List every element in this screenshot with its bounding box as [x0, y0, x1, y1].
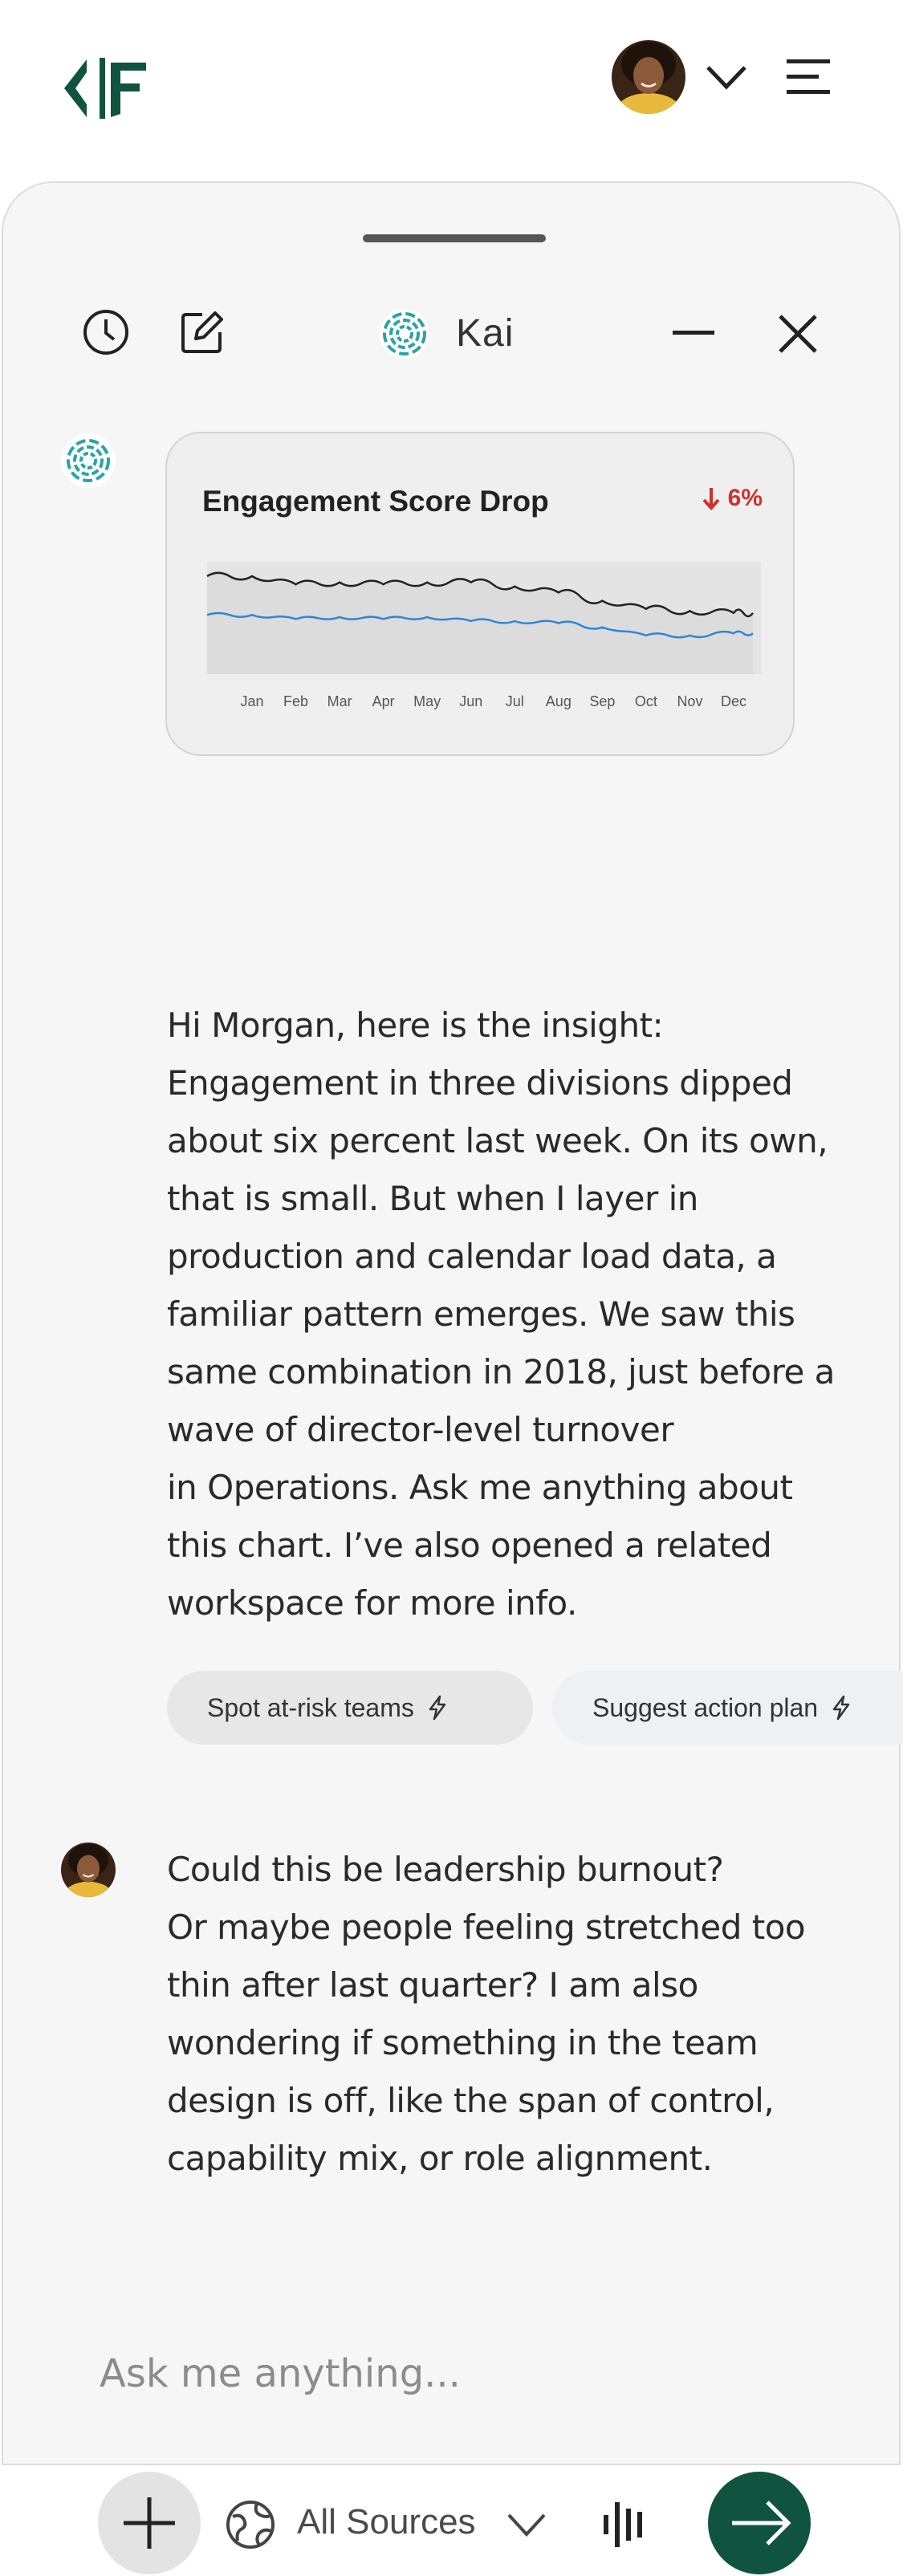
- message-line: about six percent last week. On its own,: [167, 1121, 828, 1160]
- message-line: familiar pattern emerges. We saw this: [167, 1294, 795, 1334]
- voice-waveform-icon: [604, 2502, 642, 2547]
- chart-card[interactable]: Engagement Score Drop 6% Jan Feb Mar Apr May…: [165, 432, 795, 756]
- message-line: Hi Morgan, here is the insight:: [167, 1006, 664, 1045]
- x-tick-label: Nov: [677, 693, 702, 709]
- kai-logo-icon: [379, 308, 430, 360]
- x-tick-label: Jun: [459, 693, 482, 709]
- message-line: same combination in 2018, just before a: [167, 1352, 835, 1392]
- user-message-avatar: [61, 1843, 116, 1897]
- x-tick-label: Dec: [721, 693, 746, 709]
- assistant-panel: Kai Engagement Score Drop 6% Jan Feb Mar Ap…: [2, 181, 903, 2576]
- arrow-right-icon: [732, 2501, 791, 2546]
- chevron-down-icon[interactable]: [705, 63, 748, 91]
- compose-icon[interactable]: [178, 308, 226, 356]
- send-button[interactable]: [708, 2472, 811, 2574]
- user-avatar[interactable]: [612, 40, 685, 114]
- suggestion-label: Suggest action plan: [592, 1692, 819, 1722]
- message-line: Could this be leadership burnout?: [167, 1850, 724, 1889]
- message-input[interactable]: Ask me anything...: [100, 2351, 461, 2396]
- drag-handle[interactable]: [363, 234, 546, 242]
- change-indicator: 6%: [702, 485, 763, 512]
- change-value: 6%: [727, 485, 763, 511]
- message-line: wave of director-level turnover: [167, 1410, 674, 1449]
- x-tick-label: Jul: [506, 693, 524, 709]
- assistant-message: Hi Morgan, here is the insight: Engagemen…: [167, 997, 835, 1632]
- message-line: this chart. I’ve also opened a related: [167, 1526, 772, 1565]
- close-icon[interactable]: [775, 311, 820, 356]
- assistant-avatar: [61, 433, 116, 488]
- x-tick-label: May: [413, 693, 441, 709]
- x-tick-label: Jan: [240, 693, 263, 709]
- message-line: that is small. But when I layer in: [167, 1179, 698, 1218]
- arrow-down-icon: [702, 488, 720, 510]
- sources-dropdown[interactable]: All Sources: [297, 2502, 476, 2542]
- lightning-icon: [429, 1695, 446, 1721]
- history-icon[interactable]: [82, 308, 130, 356]
- suggestion-label: Spot at-risk teams: [207, 1692, 414, 1722]
- lightning-icon: [832, 1695, 850, 1721]
- message-line: capability mix, or role alignment.: [167, 2139, 713, 2178]
- assistant-name: Kai: [456, 312, 515, 355]
- user-message: Could this be leadership burnout? Or mayb…: [167, 1841, 806, 2188]
- message-line: thin after last quarter? I am also: [167, 1965, 698, 2005]
- chevron-down-icon[interactable]: [504, 2507, 549, 2542]
- minimize-icon[interactable]: [669, 316, 718, 348]
- top-bar: [0, 0, 903, 173]
- suggestion-chip-suggest-action-plan[interactable]: Suggest action plan: [552, 1671, 903, 1745]
- voice-input-button[interactable]: [573, 2473, 676, 2576]
- chart-title: Engagement Score Drop: [202, 485, 549, 518]
- globe-icon[interactable]: [225, 2499, 276, 2550]
- add-attachment-button[interactable]: [98, 2472, 201, 2574]
- message-line: in Operations. Ask me anything about: [167, 1468, 793, 1507]
- message-line: production and calendar load data, a: [167, 1237, 777, 1276]
- message-line: design is off, like the span of control,: [167, 2081, 775, 2120]
- x-tick-label: Mar: [327, 693, 352, 709]
- message-line: wondering if something in the team: [167, 2023, 759, 2062]
- message-line: workspace for more info.: [167, 1583, 577, 1623]
- suggestion-chip-spot-at-risk-teams[interactable]: Spot at-risk teams: [167, 1671, 533, 1745]
- brand-logo[interactable]: [63, 56, 151, 120]
- x-tick-label: Aug: [546, 693, 571, 709]
- message-line: Engagement in three divisions dipped: [167, 1063, 793, 1103]
- x-tick-label: Oct: [635, 693, 657, 709]
- message-line: Or maybe people feeling stretched too: [167, 1908, 806, 1947]
- x-tick-label: Sep: [589, 693, 615, 709]
- x-tick-label: Feb: [283, 693, 308, 709]
- hamburger-menu-icon[interactable]: [785, 58, 832, 96]
- plus-icon: [124, 2497, 175, 2549]
- engagement-line-chart: Jan Feb Mar Apr May Jun Jul Aug Sep Oct Nov Dec: [206, 562, 761, 709]
- x-tick-label: Apr: [372, 693, 395, 709]
